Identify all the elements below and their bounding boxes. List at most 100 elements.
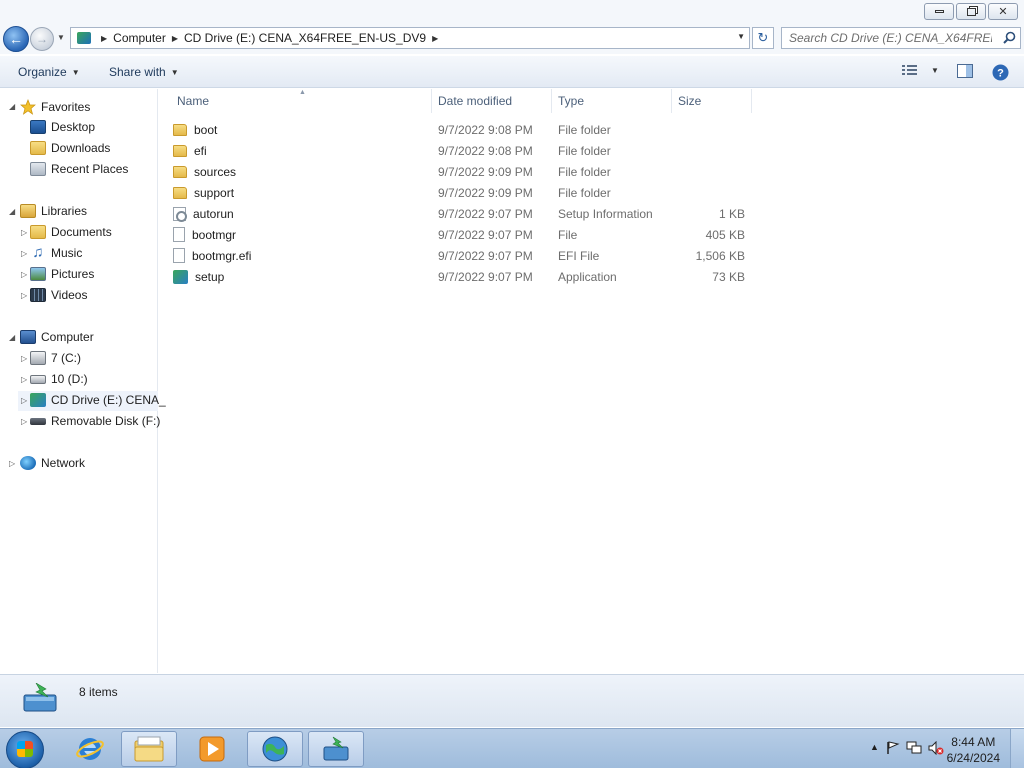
expand-icon[interactable]: ▷ [21,354,27,363]
minimize-button[interactable] [924,3,954,20]
search-box[interactable] [781,27,1021,49]
nav-item-drive-d[interactable]: 10 (D:) [30,372,88,386]
file-row[interactable]: boot 9/7/2022 9:08 PM File folder [173,119,751,140]
file-row[interactable]: bootmgr 9/7/2022 9:07 PM File 405 KB [173,224,751,245]
show-hidden-icons-icon[interactable]: ▲ [870,742,879,752]
forward-button[interactable]: → [30,27,54,51]
preview-pane-button[interactable] [957,64,973,78]
column-header-size[interactable]: Size [672,89,752,113]
file-type: File folder [558,143,611,158]
file-row[interactable]: sources 9/7/2022 9:09 PM File folder [173,161,751,182]
column-date-label: Date modified [438,94,513,108]
file-name: bootmgr.efi [192,248,252,263]
nav-item-pictures[interactable]: Pictures [30,267,94,281]
restore-button[interactable] [956,3,986,20]
refresh-icon: ↻ [757,30,769,45]
chevron-right-icon[interactable]: ▶ [172,34,178,43]
back-button[interactable]: ← [3,26,29,52]
system-tray: ▲ 8:44 AM 6/24/2024 [844,729,1024,768]
nav-libraries[interactable]: Libraries [20,204,87,218]
file-date: 9/7/2022 9:09 PM [438,164,533,179]
chevron-down-icon: ▼ [170,67,179,77]
search-icon[interactable] [1003,31,1016,44]
nav-item-label: Desktop [51,120,96,134]
cd-drive-large-icon [23,683,57,712]
column-header-name[interactable]: Name [171,89,432,113]
file-row[interactable]: efi 9/7/2022 9:08 PM File folder [173,140,751,161]
system-drive-icon [30,351,46,365]
file-row[interactable]: autorun 9/7/2022 9:07 PM Setup Informati… [173,203,751,224]
start-button[interactable] [6,731,44,768]
chevron-right-icon[interactable]: ▶ [101,34,107,43]
search-input[interactable] [782,31,992,45]
file-row[interactable]: setup 9/7/2022 9:07 PM Application 73 KB [173,266,751,287]
expand-icon[interactable]: ▷ [21,228,27,237]
globe-icon [262,736,288,762]
refresh-button[interactable]: ↻ [752,27,774,49]
clock[interactable]: 8:44 AM 6/24/2024 [947,734,1000,766]
nav-computer[interactable]: Computer [20,330,94,344]
column-size-label: Size [678,94,702,108]
nav-item-cd-drive[interactable]: CD Drive (E:) CENA_ [30,393,166,407]
expand-icon[interactable]: ▷ [21,375,27,384]
file-date: 9/7/2022 9:08 PM [438,122,533,137]
organize-button[interactable]: Organize ▼ [18,65,80,79]
change-view-button[interactable]: ▼ [902,64,939,76]
taskbar-setup-window[interactable] [308,731,364,767]
action-center-flag-icon[interactable] [886,741,900,755]
taskbar-media-player[interactable] [184,731,240,767]
expand-icon[interactable]: ▷ [21,291,27,300]
nav-favorites[interactable]: Favorites [20,99,90,115]
nav-network[interactable]: Network [20,456,85,470]
nav-item-recent-places[interactable]: Recent Places [30,162,128,176]
nav-item-documents[interactable]: Documents [30,225,112,239]
network-status-icon[interactable] [906,741,922,755]
breadcrumb-computer[interactable]: Computer [113,31,166,45]
volume-muted-icon[interactable] [928,741,944,755]
file-type: Application [558,269,617,284]
nav-item-removable-disk[interactable]: Removable Disk (F:) [30,414,160,428]
file-row[interactable]: bootmgr.efi 9/7/2022 9:07 PM EFI File 1,… [173,245,751,266]
file-row[interactable]: support 9/7/2022 9:09 PM File folder [173,182,751,203]
collapse-icon[interactable]: ◢ [9,207,15,216]
minimize-icon [934,10,944,13]
nav-item-desktop[interactable]: Desktop [30,120,95,134]
breadcrumb-cd-drive[interactable]: CD Drive (E:) CENA_X64FREE_EN-US_DV9 [184,31,426,45]
expand-icon[interactable]: ▷ [9,459,15,468]
recent-places-icon [30,162,46,176]
nav-item-music[interactable]: ♫ Music [30,245,82,260]
column-header-date[interactable]: Date modified [432,89,552,113]
nav-item-downloads[interactable]: Downloads [30,141,110,155]
nav-item-label: Pictures [51,267,95,281]
recent-pages-dropdown[interactable]: ▼ [57,33,65,42]
collapse-icon[interactable]: ◢ [9,333,15,342]
column-header-type[interactable]: Type [552,89,672,113]
nav-item-videos[interactable]: Videos [30,288,87,302]
chevron-right-icon[interactable]: ▶ [432,34,438,43]
close-button[interactable]: ✕ [988,3,1018,20]
address-bar[interactable]: ▶ Computer ▶ CD Drive (E:) CENA_X64FREE_… [70,27,750,49]
help-button[interactable]: ? [992,64,1009,81]
file-name: sources [194,164,237,179]
folder-icon [173,165,187,178]
address-dropdown-icon[interactable]: ▼ [737,32,745,41]
nav-item-drive-c[interactable]: 7 (C:) [30,351,81,365]
taskbar-windows-explorer[interactable] [121,731,177,767]
window-controls: ✕ [924,3,1018,20]
collapse-icon[interactable]: ◢ [9,102,15,111]
removable-disk-icon [30,417,46,425]
taskbar-remote-app[interactable] [247,731,303,767]
expand-icon[interactable]: ▷ [21,270,27,279]
file-list: ▲ Name Date modified Type Size boot 9/7/… [159,89,1024,673]
share-with-button[interactable]: Share with ▼ [109,65,179,79]
libraries-icon [20,204,36,218]
expand-icon[interactable]: ▷ [21,396,27,405]
nav-favorites-label: Favorites [41,100,91,114]
star-icon [20,99,36,115]
file-type: File [558,227,578,242]
show-desktop-button[interactable] [1010,729,1024,768]
expand-icon[interactable]: ▷ [21,417,27,426]
internet-explorer-icon [76,738,104,760]
expand-icon[interactable]: ▷ [21,249,27,258]
taskbar-internet-explorer[interactable] [62,731,118,767]
